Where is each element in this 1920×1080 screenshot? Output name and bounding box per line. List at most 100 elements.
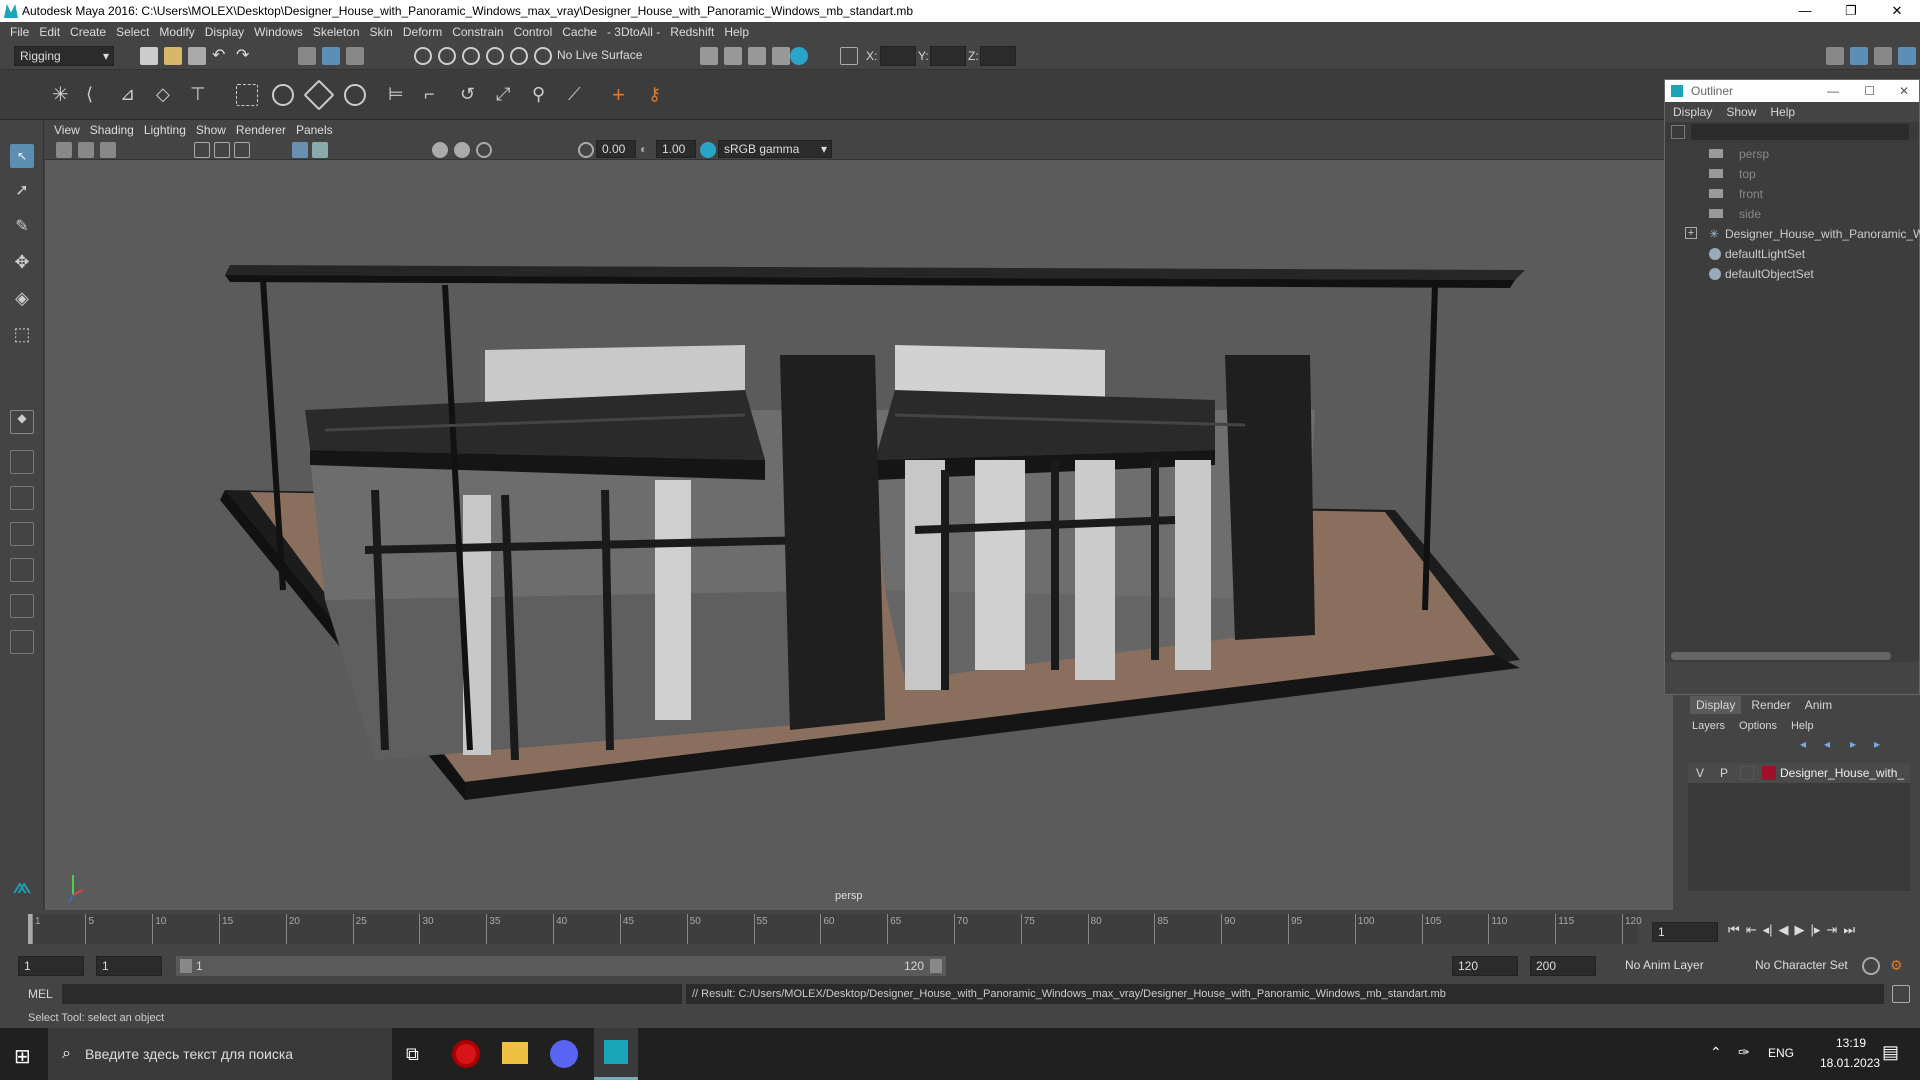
outliner-close-button[interactable]: ✕ xyxy=(1899,80,1909,102)
menu-windows[interactable]: Windows xyxy=(254,25,303,39)
go-to-start-icon[interactable]: ⏮ xyxy=(1728,922,1740,938)
outliner-item-house-group[interactable]: + ✳ Designer_House_with_Panoramic_W xyxy=(1665,224,1920,244)
menu-control[interactable]: Control xyxy=(514,25,553,39)
close-button[interactable]: ✕ xyxy=(1874,0,1920,22)
current-time-marker[interactable] xyxy=(28,914,32,944)
menu-skeleton[interactable]: Skeleton xyxy=(313,25,360,39)
outliner-layout-icon[interactable] xyxy=(10,594,34,618)
time-ruler[interactable]: 1 5 10 15 20 25 30 35 40 45 50 55 60 65 70 75 80 85 90 95 10… xyxy=(28,914,1642,944)
orient-joint-icon[interactable]: ⊤ xyxy=(190,84,212,106)
channel-box-icon[interactable] xyxy=(1898,47,1916,65)
viewport-menu-lighting[interactable]: Lighting xyxy=(144,123,186,137)
four-pane-icon[interactable] xyxy=(10,450,34,474)
custom-layout-icon[interactable] xyxy=(10,630,34,654)
perspective-viewport[interactable]: persp xyxy=(45,160,1673,910)
outliner-item-default-light-set[interactable]: defaultLightSet xyxy=(1665,244,1919,264)
open-scene-icon[interactable] xyxy=(164,47,182,65)
snap-curve-icon[interactable] xyxy=(438,47,456,65)
resolution-gate-icon[interactable] xyxy=(234,142,250,158)
snap-view-plane-icon[interactable] xyxy=(486,47,504,65)
play-backwards-icon[interactable]: ◀ xyxy=(1779,922,1789,938)
step-back-key-icon[interactable]: ⇤ xyxy=(1746,922,1757,938)
new-layer-icon[interactable]: ▸ xyxy=(1850,737,1856,751)
clock-time[interactable]: 13:19 xyxy=(1836,1036,1866,1050)
time-slider[interactable]: 1 5 10 15 20 25 30 35 40 45 50 55 60 65 70 75 80 85 90 95 10… xyxy=(0,910,1920,952)
script-language-toggle[interactable]: MEL xyxy=(28,987,53,1001)
color-space-dropdown[interactable]: sRGB gamma ▾ xyxy=(718,140,832,158)
hidden-icons-chevron-icon[interactable]: ⌃ xyxy=(1710,1044,1722,1061)
tab-anim[interactable]: Anim xyxy=(1805,698,1832,712)
camera-attributes-icon[interactable] xyxy=(78,142,94,158)
character-set-dropdown[interactable]: No Character Set xyxy=(1750,956,1870,976)
hypershade-layout-icon[interactable] xyxy=(10,558,34,582)
menu-skin[interactable]: Skin xyxy=(370,25,393,39)
layer-type-toggle[interactable] xyxy=(1740,766,1754,780)
bookmark-icon[interactable] xyxy=(100,142,116,158)
restore-button[interactable]: ❐ xyxy=(1828,0,1874,22)
outliner-minimize-button[interactable]: — xyxy=(1827,80,1839,102)
step-back-frame-icon[interactable]: ◂| xyxy=(1763,922,1773,938)
pen-icon[interactable]: ✑ xyxy=(1738,1044,1750,1061)
aim-constraint-icon[interactable]: ⌐ xyxy=(424,84,446,106)
hypershade-icon[interactable] xyxy=(772,47,790,65)
menu-file[interactable]: File xyxy=(10,25,29,39)
windows-start-icon[interactable]: ⊞ xyxy=(14,1044,31,1069)
menu-cache[interactable]: Cache xyxy=(562,25,597,39)
anim-prefs-icon[interactable]: ⚙ xyxy=(1890,957,1908,975)
new-scene-icon[interactable] xyxy=(140,47,158,65)
camera-select-icon[interactable] xyxy=(56,142,72,158)
select-tool-icon[interactable]: ↖ xyxy=(10,144,34,168)
attribute-editor-icon[interactable] xyxy=(1850,47,1868,65)
smooth-shade-icon[interactable] xyxy=(312,142,328,158)
new-layer-selected-icon[interactable]: ▸ xyxy=(1874,737,1880,751)
viewport-menu-shading[interactable]: Shading xyxy=(90,123,134,137)
move-layer-up-icon[interactable]: ◂ xyxy=(1800,737,1806,751)
anim-layer-dropdown[interactable]: No Anim Layer xyxy=(1620,956,1742,976)
redo-icon[interactable]: ↷ xyxy=(236,47,254,65)
live-surface-field[interactable]: No Live Surface xyxy=(552,46,652,66)
menu-edit[interactable]: Edit xyxy=(39,25,60,39)
gamma-field[interactable]: 1.00 xyxy=(656,140,696,158)
mirror-joint-icon[interactable]: ◇ xyxy=(156,84,178,106)
play-forwards-icon[interactable]: ▶ xyxy=(1795,922,1805,938)
menu-display[interactable]: Display xyxy=(205,25,244,39)
x-field[interactable] xyxy=(880,46,916,66)
viewport-menu-renderer[interactable]: Renderer xyxy=(236,123,286,137)
start-time-field[interactable]: 1 xyxy=(18,956,84,976)
parent-constraint-icon[interactable]: ⚲ xyxy=(532,84,554,106)
playback-end-field[interactable]: 120 xyxy=(1452,956,1518,976)
outliner-item-persp[interactable]: persp xyxy=(1665,144,1919,164)
point-constraint-icon[interactable]: ⊨ xyxy=(388,84,410,106)
transform-mode-icon[interactable] xyxy=(840,47,858,65)
viewport-menu-show[interactable]: Show xyxy=(196,123,226,137)
snap-point-icon[interactable] xyxy=(462,47,480,65)
file-explorer-app-icon[interactable] xyxy=(502,1042,528,1064)
grid-toggle-icon[interactable] xyxy=(194,142,210,158)
menu-create[interactable]: Create xyxy=(70,25,106,39)
outliner-item-front[interactable]: front xyxy=(1665,184,1919,204)
move-layer-down-icon[interactable]: ◂ xyxy=(1824,737,1830,751)
lasso-tool-icon[interactable]: ➚ xyxy=(10,180,34,204)
redshift-render-icon[interactable] xyxy=(790,47,808,65)
save-scene-icon[interactable] xyxy=(188,47,206,65)
persp-outliner-layout-icon[interactable] xyxy=(10,486,34,510)
layer-menu-options[interactable]: Options xyxy=(1739,720,1777,732)
layer-row[interactable]: V P Designer_House_with_ xyxy=(1688,763,1910,783)
opera-app-icon[interactable] xyxy=(452,1040,480,1068)
go-to-end-icon[interactable]: ⏭ xyxy=(1843,922,1855,938)
tab-render[interactable]: Render xyxy=(1751,698,1790,712)
ipr-render-icon[interactable] xyxy=(724,47,742,65)
orient-constraint-icon[interactable]: ↺ xyxy=(460,84,482,106)
expand-plus-icon[interactable]: + xyxy=(1685,227,1697,239)
ik-spline-icon[interactable]: ⊿ xyxy=(120,84,142,106)
z-field[interactable] xyxy=(980,46,1016,66)
outliner-menu-display[interactable]: Display xyxy=(1673,105,1712,119)
y-field[interactable] xyxy=(930,46,966,66)
current-frame-field[interactable]: 1 xyxy=(1652,922,1718,942)
menuset-dropdown[interactable]: Rigging ▾ xyxy=(14,46,114,66)
cluster-icon[interactable] xyxy=(344,84,366,106)
range-start-handle[interactable] xyxy=(180,959,192,973)
menu-help[interactable]: Help xyxy=(724,25,749,39)
step-forward-key-icon[interactable]: ⇥ xyxy=(1826,922,1837,938)
layer-visibility-toggle[interactable]: V xyxy=(1696,766,1704,780)
